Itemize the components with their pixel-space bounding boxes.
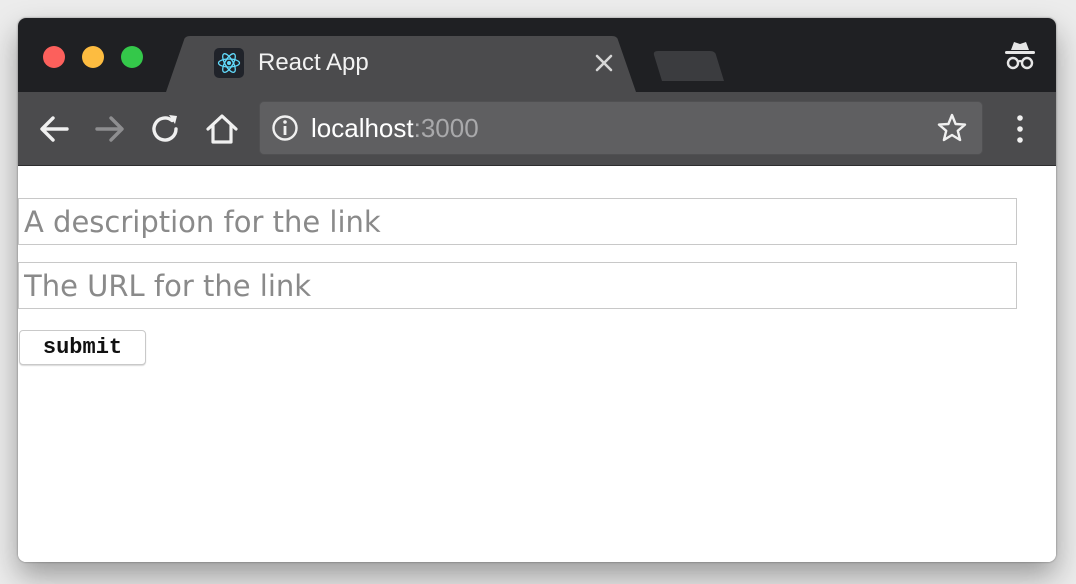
address-bar[interactable]: localhost:3000 [259,101,983,155]
minimize-window-button[interactable] [82,46,104,68]
react-logo-icon [214,48,244,78]
zoom-window-button[interactable] [121,46,143,68]
star-icon[interactable] [936,112,968,144]
forward-arrow-icon[interactable] [90,109,130,149]
home-icon[interactable] [202,109,242,149]
tab-title: React App [258,49,369,76]
link-description-input[interactable] [18,198,1017,245]
tab-strip: React App [18,18,1056,92]
submit-button[interactable]: submit [19,330,146,365]
reload-icon[interactable] [146,109,186,149]
browser-window: React App localhost:3000 A description f… [18,18,1056,562]
url-host: localhost [311,113,414,143]
menu-icon[interactable] [1006,109,1034,149]
address-url: localhost:3000 [311,113,479,144]
page-content: submit [18,166,1056,562]
link-url-input[interactable] [18,262,1017,309]
tab-react-app[interactable]: React App [166,36,646,92]
browser-toolbar: localhost:3000 [18,92,1056,166]
close-window-button[interactable] [43,46,65,68]
url-port: :3000 [413,113,479,143]
info-icon[interactable] [271,114,299,142]
tab-close-icon[interactable] [590,49,618,77]
incognito-icon [1005,42,1035,70]
new-tab-button[interactable] [640,51,730,81]
back-arrow-icon[interactable] [34,109,74,149]
